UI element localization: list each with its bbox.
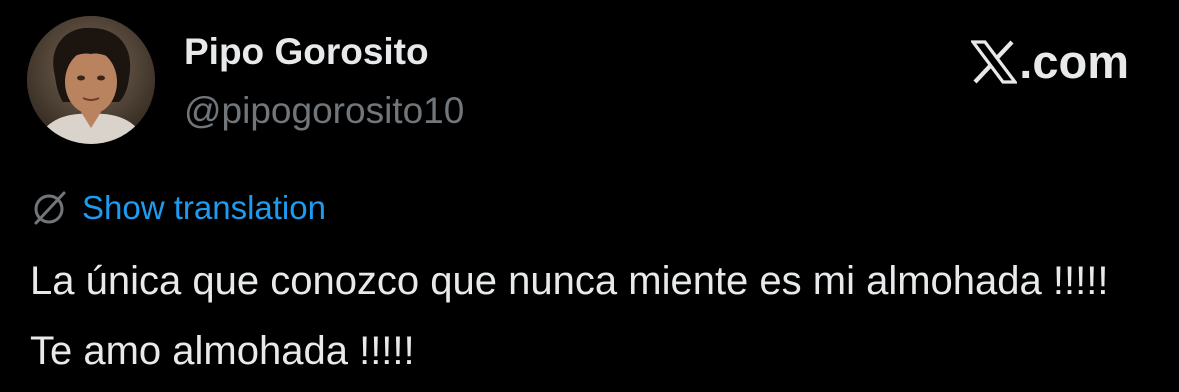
- globe-icon: [34, 191, 66, 225]
- show-translation-label[interactable]: Show translation: [82, 188, 326, 228]
- show-translation-button[interactable]: Show translation: [30, 188, 326, 228]
- avatar-photo: [27, 16, 155, 144]
- x-logo-icon: [971, 40, 1018, 84]
- tweet-text: La única que conozco que nunca miente es…: [30, 259, 1109, 373]
- author-handle[interactable]: @pipogorosito10: [184, 88, 464, 134]
- brand-watermark: .com: [971, 36, 1129, 88]
- brand-domain-suffix: .com: [1019, 35, 1129, 88]
- avatar[interactable]: [27, 16, 155, 144]
- author-display-name[interactable]: Pipo Gorosito: [184, 30, 429, 74]
